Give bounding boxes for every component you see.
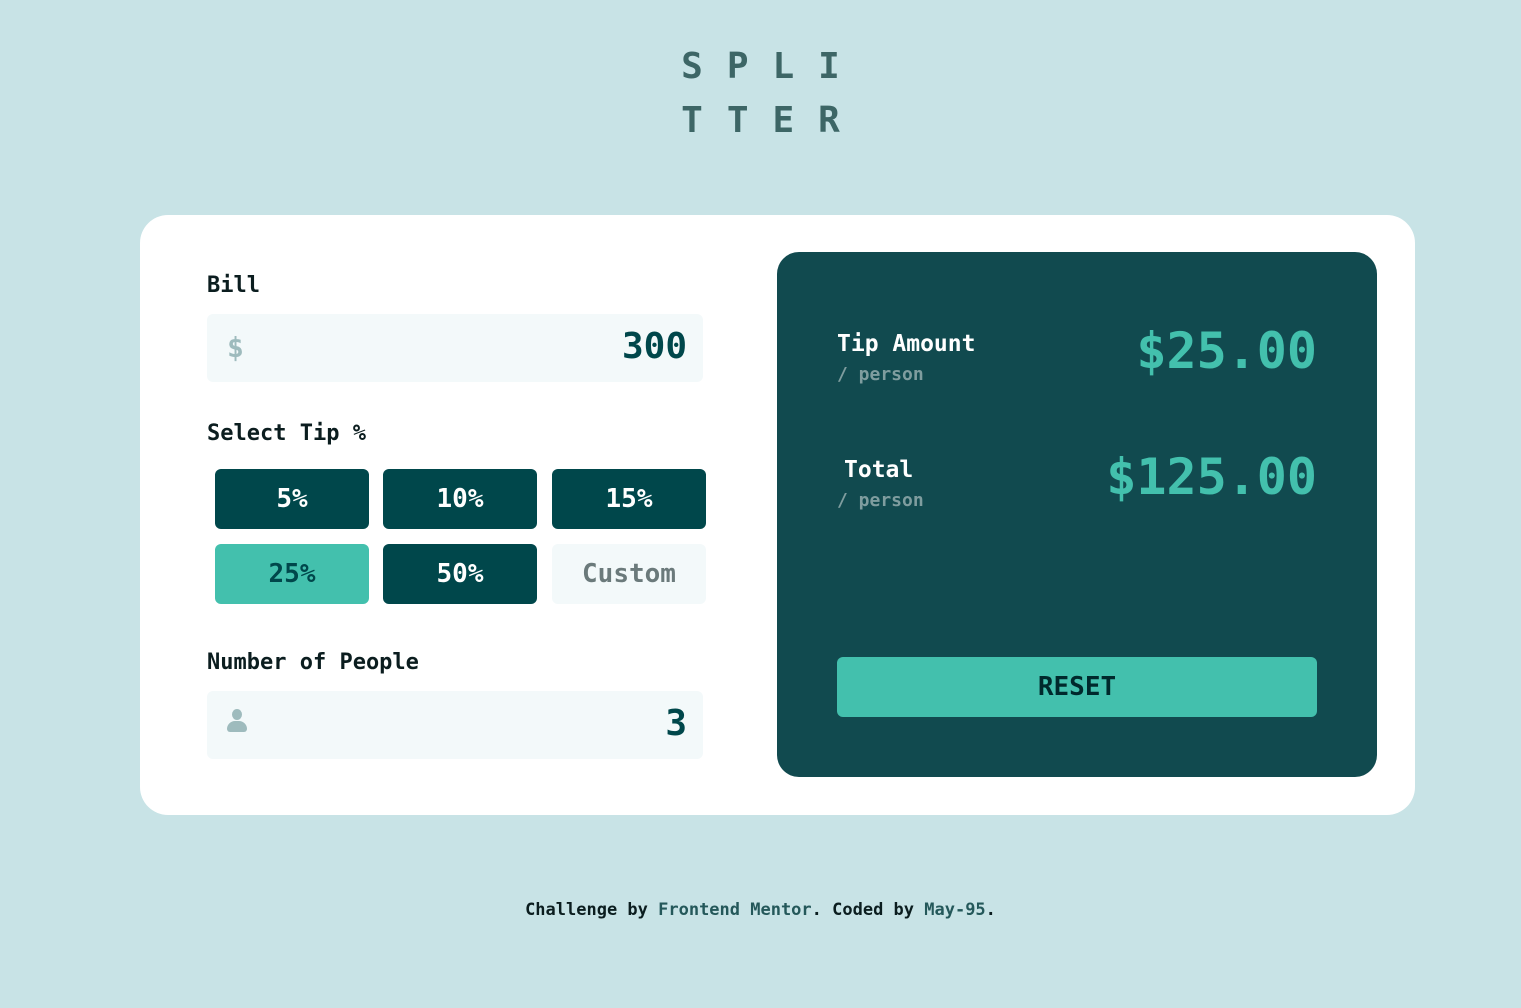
logo-line-2: TTER: [681, 100, 864, 141]
tip-amount-sub: / person: [837, 364, 924, 385]
total-title: Total: [844, 457, 914, 483]
bill-input[interactable]: $ 300: [207, 314, 703, 382]
bill-label: Bill: [207, 273, 260, 298]
total-value: $125.00: [1106, 448, 1317, 506]
tip-button-50[interactable]: 50%: [383, 544, 537, 604]
tip-button-15[interactable]: 15%: [552, 469, 706, 529]
tip-button-10[interactable]: 10%: [383, 469, 537, 529]
attribution-footer: Challenge by Frontend Mentor. Coded by M…: [0, 900, 1521, 920]
result-panel: Tip Amount / person $25.00 Total / perso…: [777, 252, 1377, 777]
calculator-card: Bill $ 300 Select Tip % 5% 10% 15% 25% 5…: [140, 215, 1415, 815]
total-sub: / person: [837, 490, 924, 511]
logo-line-1: SPLI: [681, 46, 864, 87]
dollar-icon: $: [227, 331, 244, 364]
people-label: Number of People: [207, 650, 419, 675]
tip-amount-title: Tip Amount: [837, 331, 976, 357]
select-tip-label: Select Tip %: [207, 421, 366, 446]
footer-prefix: Challenge by: [525, 900, 659, 920]
tip-button-5[interactable]: 5%: [215, 469, 369, 529]
footer-suffix: .: [985, 900, 996, 920]
people-input[interactable]: 3: [207, 691, 703, 759]
bill-value[interactable]: 300: [622, 326, 687, 367]
tip-amount-value: $25.00: [1136, 322, 1317, 380]
footer-middle: . Coded by: [811, 900, 925, 920]
app-logo: SPLI TTER: [0, 40, 1521, 148]
people-value[interactable]: 3: [665, 703, 687, 744]
tip-button-25[interactable]: 25%: [215, 544, 369, 604]
reset-button[interactable]: RESET: [837, 657, 1317, 717]
person-icon: [227, 709, 247, 733]
custom-tip-input[interactable]: Custom: [552, 544, 706, 604]
author-link[interactable]: May-95: [924, 900, 985, 920]
frontend-mentor-link[interactable]: Frontend Mentor: [658, 900, 812, 920]
